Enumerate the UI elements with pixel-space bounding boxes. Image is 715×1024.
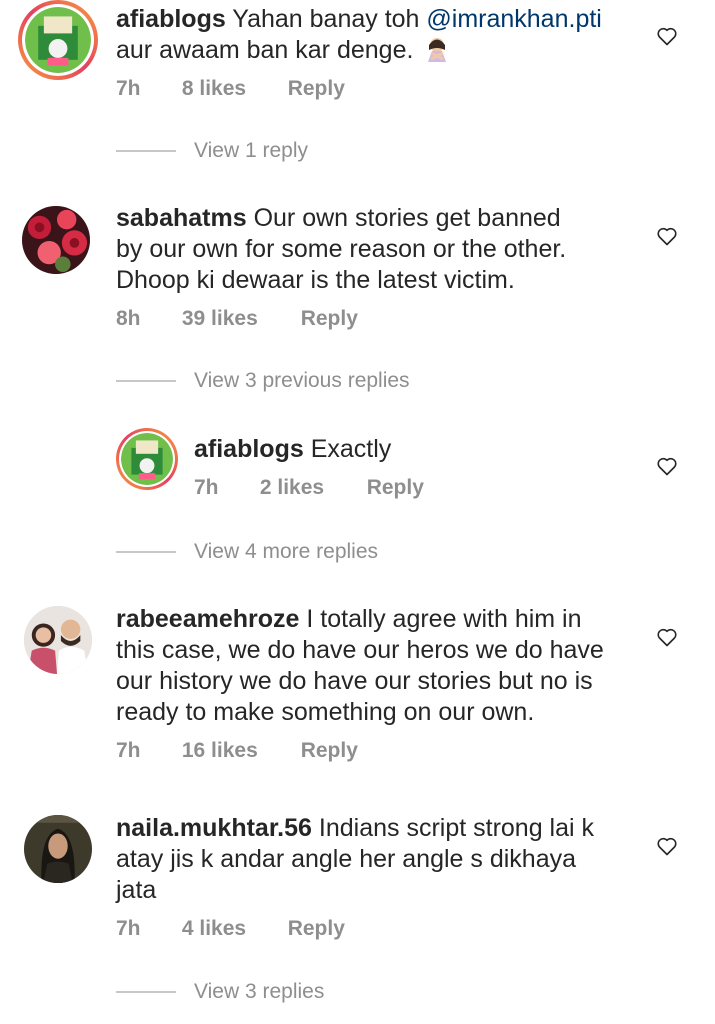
comment-text: Exactly — [310, 435, 392, 463]
likes-count[interactable]: 16 likes — [182, 739, 295, 763]
divider — [116, 991, 176, 993]
avatar[interactable] — [24, 606, 92, 674]
comment-text: by our own for some reason or the other. — [116, 235, 567, 263]
likes-count[interactable]: 4 likes — [182, 917, 282, 941]
heart-outline-icon[interactable] — [655, 24, 679, 48]
avatar — [25, 7, 91, 73]
comment-time: 7h — [116, 77, 141, 100]
story-ring[interactable] — [116, 428, 178, 490]
heart-outline-icon[interactable] — [655, 224, 679, 248]
username[interactable]: naila.mukhtar.56 — [116, 814, 312, 842]
reply-button[interactable]: Reply — [367, 476, 424, 500]
heart-outline-icon[interactable] — [655, 625, 679, 649]
heart-outline-icon[interactable] — [655, 834, 679, 858]
comment-time: 7h — [116, 739, 141, 762]
comment-text: Dhoop ki dewaar is the latest victim. — [116, 266, 515, 294]
view-replies-button[interactable]: View 3 previous replies — [194, 369, 410, 393]
view-replies-button[interactable]: View 1 reply — [194, 139, 308, 163]
heart-outline-icon[interactable] — [655, 454, 679, 478]
comment-time: 8h — [116, 307, 141, 330]
comment-text: I totally agree with him in — [306, 605, 582, 633]
reply-button[interactable]: Reply — [288, 77, 345, 101]
username[interactable]: afiablogs — [116, 5, 226, 33]
likes-count[interactable]: 2 likes — [260, 476, 361, 500]
comment-text-continued: aur awaam ban kar denge. — [116, 36, 414, 64]
reply-button[interactable]: Reply — [301, 739, 358, 763]
comment-text: Yahan banay toh — [232, 5, 427, 33]
username[interactable]: sabahatms — [116, 204, 247, 232]
avatar[interactable] — [22, 206, 90, 274]
avatar — [121, 433, 173, 485]
username[interactable]: afiablogs — [194, 435, 304, 463]
likes-count[interactable]: 39 likes — [182, 307, 295, 331]
mention-link[interactable]: @imrankhan.pti — [426, 5, 601, 33]
avatar[interactable] — [24, 815, 92, 883]
divider — [116, 380, 176, 382]
comment-text: our history we do have our stories but n… — [116, 667, 593, 695]
comment-text: jata — [116, 876, 157, 904]
view-replies-button[interactable]: View 3 replies — [194, 980, 324, 1004]
comment-time: 7h — [116, 917, 141, 940]
view-replies-button[interactable]: View 4 more replies — [194, 540, 378, 564]
woman-gesturing-no-emoji-icon — [428, 38, 447, 62]
divider — [116, 551, 176, 553]
username[interactable]: rabeeamehroze — [116, 605, 299, 633]
reply-button[interactable]: Reply — [301, 307, 358, 331]
story-ring[interactable] — [18, 0, 98, 80]
comment-text: Our own stories get banned — [253, 204, 561, 232]
comment-text: ready to make something on our own. — [116, 698, 535, 726]
divider — [116, 150, 176, 152]
comment-time: 7h — [194, 476, 219, 499]
reply-button[interactable]: Reply — [288, 917, 345, 941]
likes-count[interactable]: 8 likes — [182, 77, 282, 101]
comment-text: Indians script strong lai k — [318, 814, 595, 842]
comment-text: atay jis k andar angle her angle s dikha… — [116, 845, 577, 873]
comment-text: this case, we do have our heros we do ha… — [116, 636, 604, 664]
